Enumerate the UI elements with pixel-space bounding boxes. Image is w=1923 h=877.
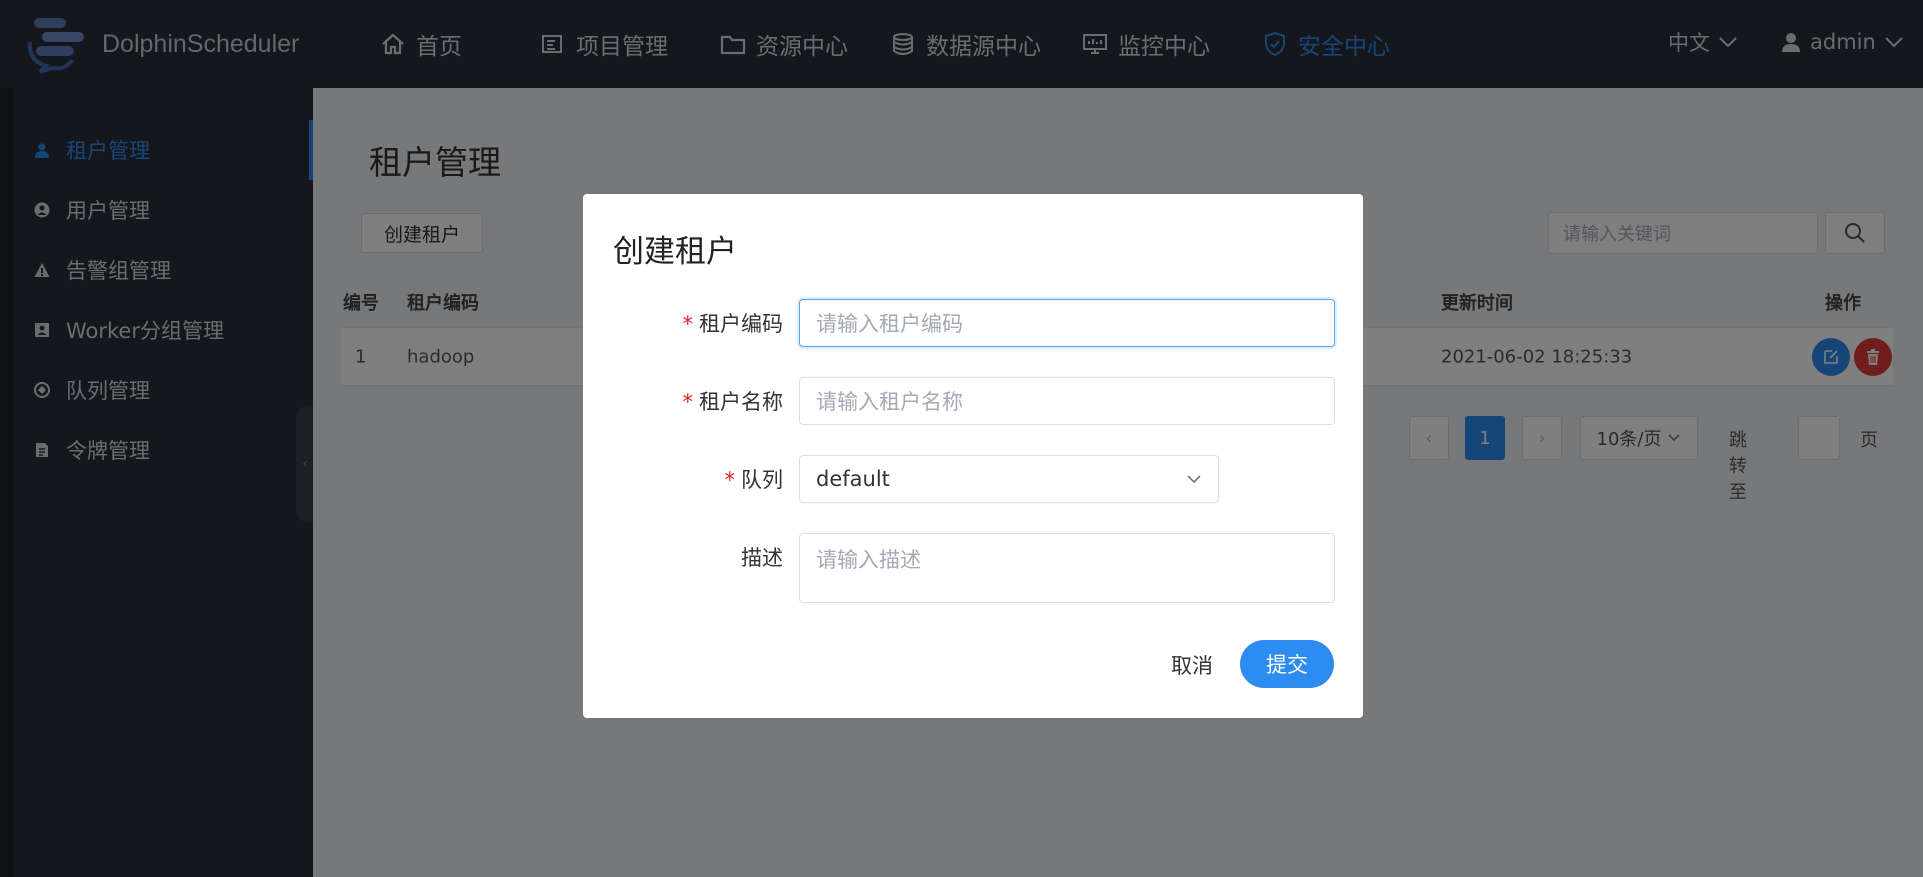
tenant-name-input[interactable]: 请输入租户名称 [799,377,1335,425]
create-tenant-dialog: 创建租户 * 租户编码 请输入租户编码 * 租户名称 请输入租户名称 * 队列 def… [583,194,1363,718]
chevron-down-icon [1187,475,1201,484]
required-mark: * [682,390,694,414]
tenant-code-input[interactable]: 请输入租户编码 [799,299,1335,347]
queue-select[interactable]: default [799,455,1219,503]
queue-label: * 队列 [724,468,784,492]
queue-value: default [816,467,890,491]
tenant-name-placeholder: 请输入租户名称 [816,390,963,414]
cancel-button[interactable]: 取消 [1157,642,1227,688]
tenant-name-label: * 租户名称 [682,390,784,414]
submit-button[interactable]: 提交 [1240,640,1334,688]
tenant-code-placeholder: 请输入租户编码 [816,312,963,336]
required-mark: * [724,468,736,492]
tenant-code-label: * 租户编码 [682,312,784,336]
description-textarea[interactable]: 请输入描述 [799,533,1335,603]
description-placeholder: 请输入描述 [816,548,921,572]
description-label: 描述 [741,546,783,570]
dialog-title: 创建租户 [613,234,737,270]
required-mark: * [682,312,694,336]
